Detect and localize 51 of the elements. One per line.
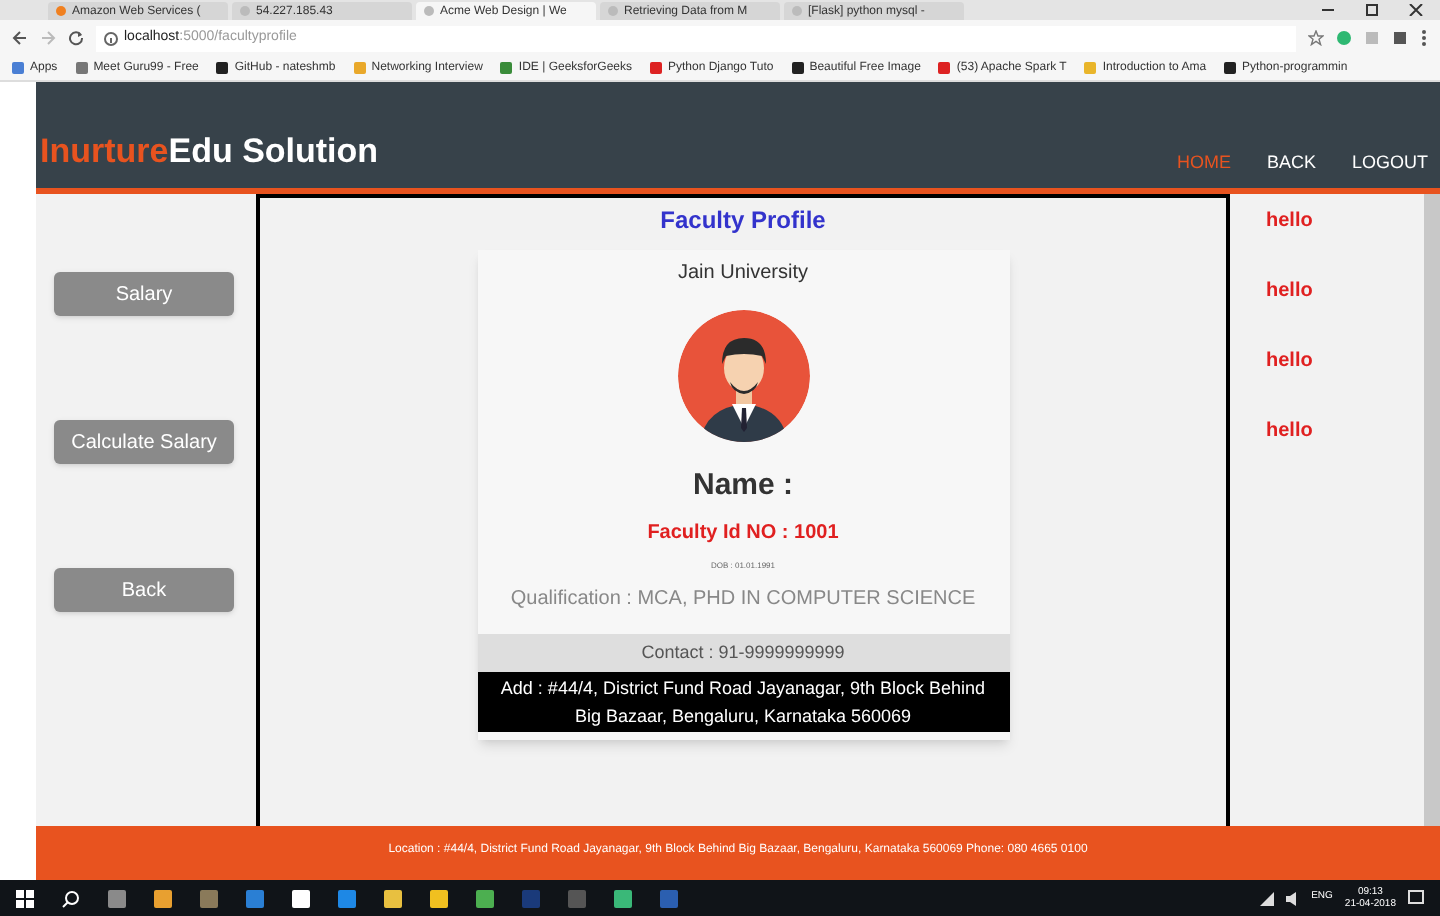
network-icon (1259, 891, 1274, 905)
star-icon (1308, 30, 1324, 46)
bookmark-icon (791, 62, 804, 74)
university-name: Jain University (677, 260, 809, 288)
nav-link[interactable]: BACK (1266, 150, 1316, 177)
restore-icon (1364, 4, 1380, 16)
taskbar-app-icon[interactable] (430, 889, 448, 907)
back-arrow-icon (12, 30, 28, 46)
taskbar-app-icon[interactable] (614, 889, 632, 907)
bookmark-icon (500, 62, 513, 74)
note-text: hello (1266, 278, 1315, 306)
bookmark-icon (650, 62, 662, 74)
nav-link[interactable]: LOGOUT (1351, 150, 1428, 177)
bookmark-icon (1084, 62, 1097, 74)
bookmark-icon (216, 62, 229, 74)
windows-start-icon (16, 889, 34, 907)
note-text: hello (1266, 208, 1315, 236)
more-menu-icon (1420, 28, 1428, 48)
bookmark-icon (1224, 62, 1237, 74)
faculty-id: Faculty Id NO : 1001 (647, 519, 839, 547)
note-text: hello (1266, 418, 1315, 446)
qualification-text: Qualification : MCA, PHD IN COMPUTER SCIENCE (510, 585, 976, 613)
contact-text: Contact : 91-9999999999 (477, 633, 1009, 672)
brand-logo[interactable]: InurtureEdu Solution (40, 126, 379, 177)
volume-icon (1285, 891, 1300, 905)
bookmark-icon (938, 62, 951, 74)
page-heading: Faculty Profile (660, 204, 826, 238)
page-icon (56, 6, 66, 16)
page-icon (792, 6, 802, 16)
note-text: hello (1266, 348, 1315, 376)
address-text: Add : #44/4, District Fund Road Jayanagar, 9th Block Behind Big Bazaar, Bengaluru, Karnataka 560069 (477, 672, 1009, 732)
page-icon (608, 6, 618, 16)
forward-arrow-icon (40, 30, 56, 46)
bookmark-icon (75, 62, 88, 74)
search-icon (62, 889, 80, 907)
minimize-icon (1320, 4, 1336, 16)
notification-icon (1408, 890, 1424, 906)
person-avatar-icon (675, 308, 811, 444)
taskbar-app-icon[interactable] (154, 889, 172, 907)
name-label: Name : (692, 466, 794, 506)
bookmark-icon (12, 62, 24, 74)
bookmark-icon (353, 62, 366, 74)
reload-icon (68, 30, 84, 46)
page-icon (424, 6, 434, 16)
page-icon (240, 6, 250, 16)
taskbar-app-icon[interactable] (476, 889, 494, 907)
close-icon (1408, 4, 1424, 16)
taskbar-app-icon[interactable] (384, 889, 402, 907)
taskbar-app-icon[interactable] (292, 889, 310, 907)
scrollbar[interactable] (1424, 194, 1440, 826)
info-icon (104, 31, 118, 45)
